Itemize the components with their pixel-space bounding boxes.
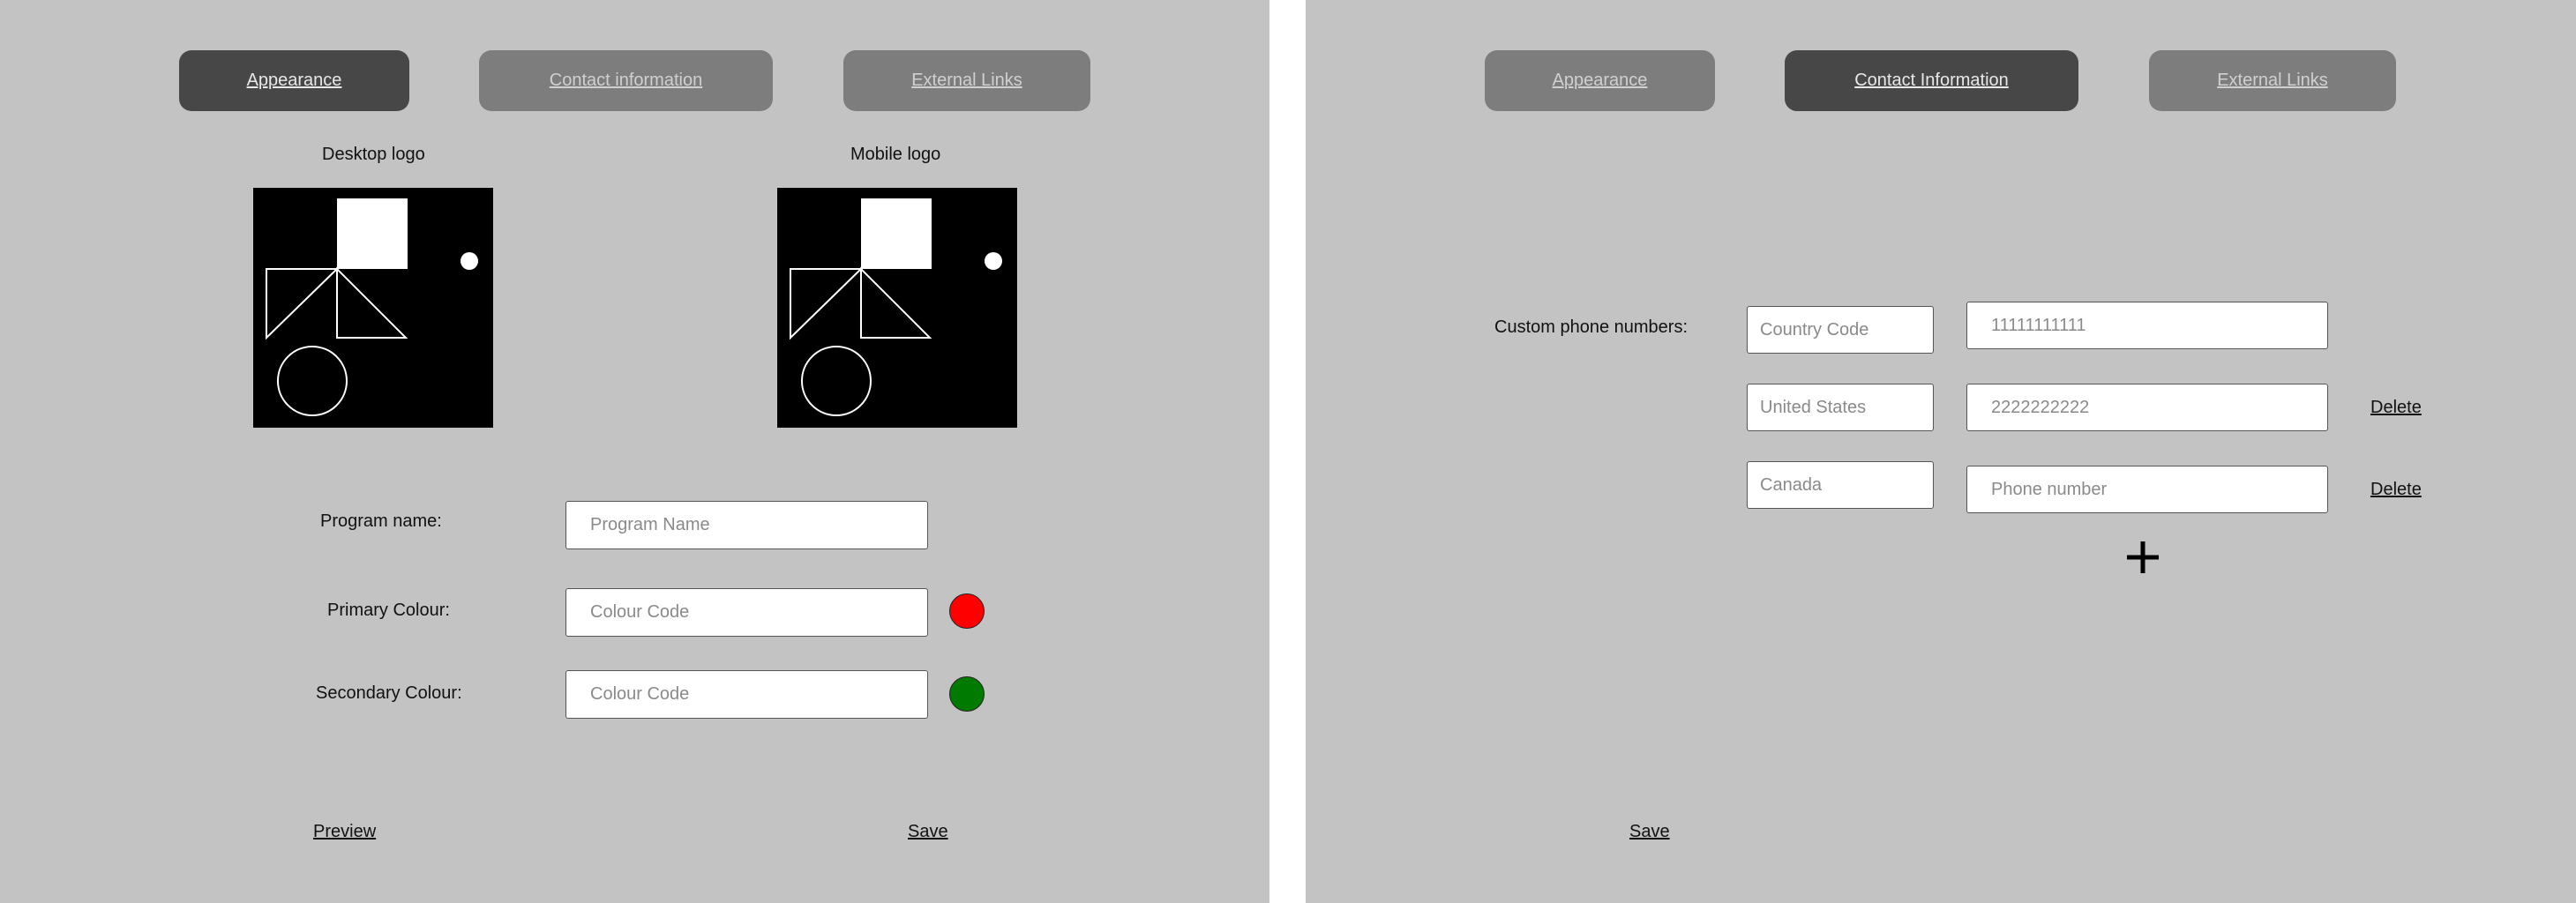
preview-link[interactable]: Preview (313, 822, 376, 842)
primary-colour-input[interactable]: Colour Code (565, 588, 928, 637)
save-link[interactable]: Save (1629, 822, 1670, 842)
primary-colour-swatch[interactable] (949, 593, 985, 629)
secondary-colour-swatch[interactable] (949, 676, 985, 712)
save-link[interactable]: Save (908, 822, 948, 842)
desktop-logo-image[interactable] (253, 188, 493, 428)
phone-number-input[interactable]: 2222222222 (1966, 384, 2328, 431)
mobile-logo-label: Mobile logo (850, 145, 941, 164)
desktop-logo-label: Desktop logo (322, 145, 425, 164)
country-code-input[interactable]: United States (1747, 384, 1934, 431)
primary-colour-label: Primary Colour: (327, 601, 450, 620)
country-code-input[interactable]: Canada (1747, 461, 1934, 509)
tab-external-links[interactable]: External Links (2149, 50, 2396, 111)
appearance-panel: Appearance Contact information External … (0, 0, 1269, 903)
contact-information-panel: Appearance Contact Information External … (1306, 0, 2576, 903)
secondary-colour-label: Secondary Colour: (316, 683, 462, 703)
program-name-label: Program name: (320, 511, 442, 531)
phone-number-input[interactable]: Phone number (1966, 466, 2328, 513)
delete-link[interactable]: Delete (2370, 398, 2422, 418)
program-name-input[interactable]: Program Name (565, 501, 928, 549)
tab-contact-information[interactable]: Contact information (479, 50, 773, 111)
delete-link[interactable]: Delete (2370, 480, 2422, 500)
country-code-input[interactable]: Country Code (1747, 306, 1934, 354)
mobile-logo-image[interactable] (777, 188, 1017, 428)
tab-appearance[interactable]: Appearance (1485, 50, 1715, 111)
custom-phone-numbers-label: Custom phone numbers: (1494, 317, 1689, 337)
tab-appearance[interactable]: Appearance (179, 50, 409, 111)
plus-icon[interactable] (2127, 541, 2159, 573)
tab-external-links[interactable]: External Links (843, 50, 1090, 111)
phone-number-input[interactable]: 11111111111 (1966, 302, 2328, 349)
secondary-colour-input[interactable]: Colour Code (565, 670, 928, 719)
tab-contact-information[interactable]: Contact Information (1785, 50, 2078, 111)
